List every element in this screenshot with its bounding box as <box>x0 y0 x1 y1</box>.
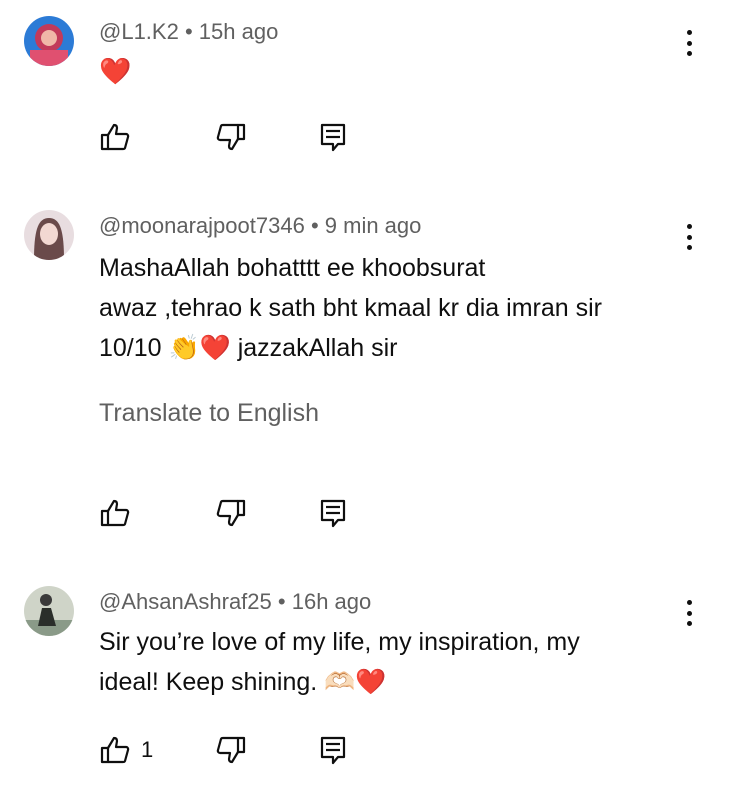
reply-icon <box>320 499 346 528</box>
thumb-up-icon <box>100 123 130 151</box>
comment-text-line: ideal! Keep shining. 🫶🏻❤️ <box>99 668 387 696</box>
reply-button[interactable] <box>317 120 349 154</box>
comment-age[interactable]: 16h ago <box>292 589 372 614</box>
meta-separator: • <box>277 589 286 614</box>
comment-1: @L1.K2 • 15h ago ❤️ <box>0 0 740 170</box>
comment-3: @AhsanAshraf25 • 16h ago Sir you’re love… <box>0 570 740 789</box>
dislike-button[interactable] <box>215 496 247 530</box>
avatar[interactable] <box>24 210 74 260</box>
more-vert-icon[interactable] <box>677 596 701 630</box>
comment-actions: 1 <box>99 733 399 767</box>
like-button[interactable] <box>99 120 141 154</box>
reply-button[interactable] <box>317 496 349 530</box>
avatar[interactable] <box>24 586 74 636</box>
comment-text: MashaAllah bohatttt ee khoobsurat awaz ,… <box>99 248 719 368</box>
comment-meta: @AhsanAshraf25 • 16h ago <box>99 588 371 616</box>
comment-actions <box>99 496 399 530</box>
comment-text: Sir you’re love of my life, my inspirati… <box>99 622 719 702</box>
comment-meta: @moonarajpoot7346 • 9 min ago <box>99 212 421 240</box>
like-count: 1 <box>141 737 154 762</box>
comment-text-line: MashaAllah bohatttt ee khoobsurat <box>99 254 486 282</box>
like-button[interactable] <box>99 496 141 530</box>
reply-icon <box>320 736 346 765</box>
comment-actions <box>99 120 399 154</box>
reply-icon <box>320 123 346 152</box>
more-vert-icon[interactable] <box>677 26 701 60</box>
author-handle[interactable]: @moonarajpoot7346 <box>99 213 305 238</box>
comment-text-line: Sir you’re love of my life, my inspirati… <box>99 628 580 656</box>
like-button[interactable]: 1 <box>99 733 153 767</box>
comment-2: @moonarajpoot7346 • 9 min ago MashaAllah… <box>0 170 740 540</box>
avatar[interactable] <box>24 16 74 66</box>
thumb-down-icon <box>216 123 246 151</box>
thumb-up-icon <box>100 499 130 527</box>
more-vert-icon[interactable] <box>677 220 701 254</box>
dislike-button[interactable] <box>215 733 247 767</box>
translate-link[interactable]: Translate to English <box>99 396 319 430</box>
thumb-up-icon <box>100 736 130 764</box>
comment-meta: @L1.K2 • 15h ago <box>99 18 278 46</box>
author-handle[interactable]: @AhsanAshraf25 <box>99 589 272 614</box>
comment-text-line: 10/10 👏❤️ jazzakAllah sir <box>99 334 398 362</box>
author-handle[interactable]: @L1.K2 <box>99 19 179 44</box>
comment-age[interactable]: 9 min ago <box>325 213 422 238</box>
meta-separator: • <box>184 19 193 44</box>
meta-separator: • <box>310 213 319 238</box>
dislike-button[interactable] <box>215 120 247 154</box>
comment-text-line: awaz ,tehrao k sath bht kmaal kr dia imr… <box>99 294 602 322</box>
thumb-down-icon <box>216 499 246 527</box>
comment-text: ❤️ <box>99 57 132 87</box>
reply-button[interactable] <box>317 733 349 767</box>
thumb-down-icon <box>216 736 246 764</box>
comment-age[interactable]: 15h ago <box>199 19 279 44</box>
